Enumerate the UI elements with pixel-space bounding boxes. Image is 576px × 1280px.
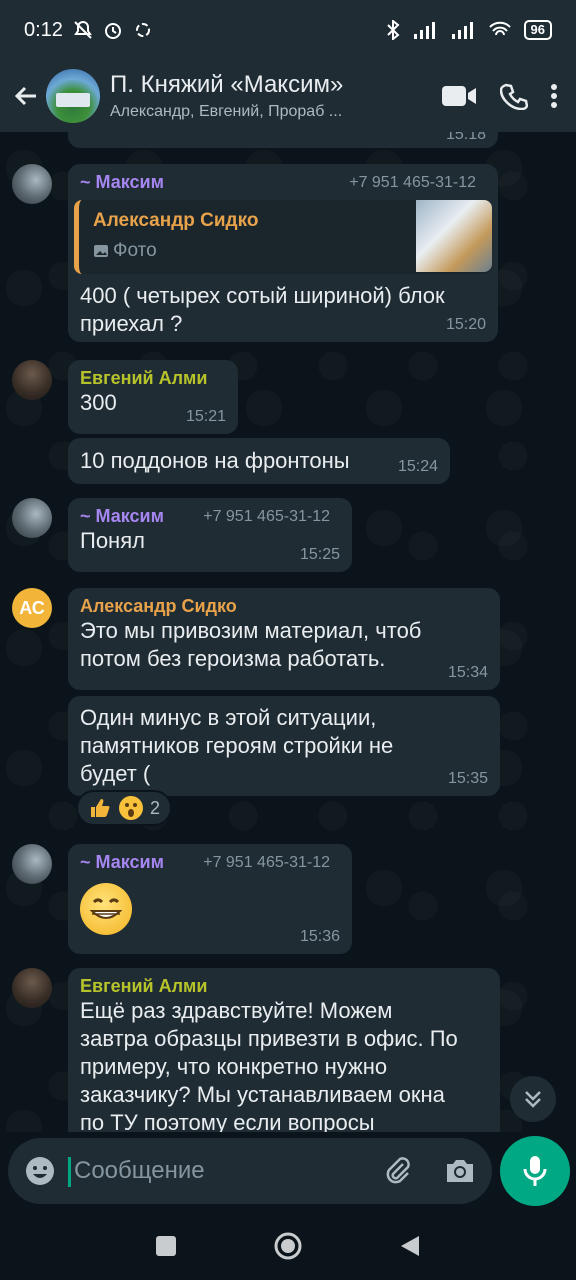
message-text: 400 ( четырех сотый шириной) блок приеха…	[80, 283, 445, 336]
bluetooth-icon	[386, 20, 400, 40]
recents-icon[interactable]	[155, 1235, 177, 1257]
signal-icon-2	[451, 22, 473, 39]
back-button[interactable]	[8, 76, 44, 116]
avatar[interactable]	[12, 844, 52, 884]
message-bubble[interactable]: ~ Максим +7 951 465-31-12 15:36	[68, 844, 352, 954]
message-text: 10 поддонов на фронтоны	[80, 448, 350, 473]
chat-title: П. Княжий «Максим»	[110, 71, 344, 98]
message-phone: +7 951 465-31-12	[203, 854, 330, 871]
chevron-double-down-icon	[525, 1091, 541, 1108]
message-time: 15:35	[447, 770, 488, 787]
mic-icon	[523, 1156, 547, 1186]
phone-icon[interactable]	[500, 82, 528, 110]
message-time: 15:20	[445, 316, 486, 333]
message-time: 15:36	[299, 928, 340, 945]
signal-icon	[413, 22, 435, 39]
mute-icon	[74, 20, 92, 39]
video-call-icon[interactable]	[440, 82, 478, 110]
message-bubble[interactable]: Александр Сидко Это мы привозим материал…	[68, 588, 500, 690]
alarm-icon	[104, 23, 121, 39]
voice-record-button[interactable]	[500, 1136, 570, 1206]
message-reactions[interactable]: 2	[76, 790, 173, 826]
message-bubble[interactable]: 15:18	[68, 132, 498, 148]
message-time: 15:21	[185, 408, 226, 425]
message-bubble[interactable]: Один минус в этой ситуации, памятников г…	[68, 696, 500, 796]
reaction-count: 2	[150, 797, 161, 818]
scroll-to-bottom-button[interactable]	[510, 1076, 556, 1122]
quoted-type: Фото	[93, 240, 157, 262]
avatar[interactable]	[12, 164, 52, 204]
message-time: 15:34	[447, 664, 488, 681]
chat-title-block[interactable]: П. Княжий «Максим» Александр, Евгений, П…	[110, 71, 372, 121]
more-vert-icon[interactable]	[550, 82, 558, 110]
grinning-face-emoji-icon	[80, 883, 132, 935]
message-time: 15:24	[397, 458, 438, 475]
arrow-left-icon	[14, 86, 36, 106]
message-composer: Сообщение	[8, 1138, 492, 1204]
message-bubble[interactable]: Евгений Алми 300 15:21	[68, 360, 238, 434]
camera-icon[interactable]	[444, 1155, 476, 1187]
quoted-type-label: Фото	[113, 240, 157, 261]
avatar[interactable]	[12, 498, 52, 538]
message-text: Один минус в этой ситуации, памятников г…	[80, 705, 394, 786]
avatar[interactable]: АС	[12, 588, 52, 628]
message-text: Ещё раз здравствуйте! Можем завтра образ…	[80, 998, 458, 1132]
message-phone: +7 951 465-31-12	[349, 174, 476, 191]
system-nav-bar	[0, 1212, 576, 1280]
quoted-message[interactable]: Александр Сидко Фото	[74, 200, 492, 274]
avatar[interactable]	[12, 360, 52, 400]
group-avatar[interactable]	[46, 69, 100, 123]
chat-header: П. Княжий «Максим» Александр, Евгений, П…	[0, 60, 576, 132]
message-bubble[interactable]: ~ Максим +7 951 465-31-12 Понял 15:25	[68, 498, 352, 572]
message-bubble[interactable]: Евгений Алми Ещё раз здравствуйте! Можем…	[68, 968, 500, 1132]
chat-area[interactable]: 15:18 ~ Максим +7 951 465-31-12 Александ…	[0, 132, 576, 1132]
wifi-icon	[488, 21, 511, 36]
thumbs-up-icon	[91, 799, 110, 817]
message-bubble[interactable]: 10 поддонов на фронтоны 15:24	[68, 438, 450, 484]
back-nav-icon[interactable]	[399, 1234, 421, 1258]
home-icon[interactable]	[273, 1231, 303, 1261]
paperclip-icon[interactable]	[382, 1155, 414, 1187]
status-bar: 0:12 96	[0, 0, 576, 60]
quoted-photo-thumbnail	[416, 200, 492, 272]
surprised-face-icon	[119, 796, 143, 820]
emoji-icon[interactable]	[24, 1155, 56, 1187]
chat-subtitle: Александр, Евгений, Прораб ...	[110, 103, 343, 120]
quoted-author: Александр Сидко	[93, 210, 259, 231]
message-bubble[interactable]: ~ Максим +7 951 465-31-12 Александр Сидк…	[68, 164, 498, 342]
message-author: Александр Сидко	[80, 596, 237, 616]
photo-icon	[94, 245, 108, 257]
message-time: 15:18	[445, 132, 486, 143]
avatar[interactable]	[12, 968, 52, 1008]
message-phone: +7 951 465-31-12	[203, 508, 330, 525]
message-input[interactable]: Сообщение	[68, 1157, 382, 1187]
battery-level: 96	[523, 20, 552, 40]
message-author: Евгений Алми	[80, 368, 208, 388]
message-text: Это мы привозим материал, чтоб потом без…	[80, 618, 422, 671]
message-author: Евгений Алми	[80, 976, 208, 996]
sync-icon	[135, 23, 150, 37]
clock: 0:12	[24, 18, 63, 41]
message-time: 15:25	[299, 546, 340, 563]
